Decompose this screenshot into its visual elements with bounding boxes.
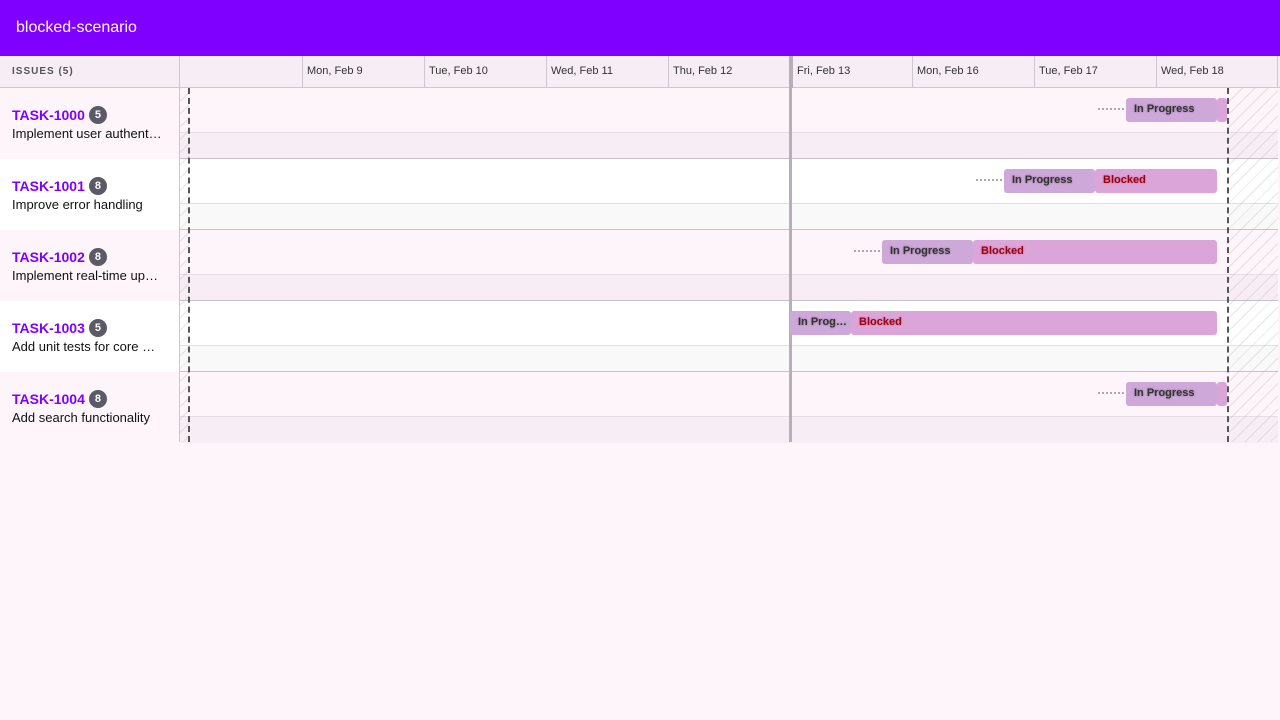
status-bar-blocked[interactable]: Blocked <box>851 311 1217 335</box>
status-bar-stub[interactable] <box>1217 382 1227 406</box>
status-bar-in-progress[interactable]: In Progress <box>1004 169 1095 193</box>
issues-count-label: ISSUES (5) <box>12 66 74 77</box>
dependency-dots <box>854 250 880 252</box>
timeline-lane <box>180 88 1280 159</box>
issue-summary: Improve error handling <box>12 197 143 212</box>
date-header-cell: Mon, Feb 16 <box>912 56 1034 88</box>
date-header-cell: Wed, Feb 18 <box>1156 56 1278 88</box>
issue-row[interactable]: TASK-1003 5 Add unit tests for core modu… <box>0 301 180 372</box>
story-points-badge: 8 <box>88 248 107 266</box>
issue-key-link[interactable]: TASK-1003 <box>12 320 85 336</box>
status-bar-blocked[interactable]: Blocked <box>973 240 1217 264</box>
issues-column-header: ISSUES (5) <box>0 56 180 88</box>
status-bar-in-progress[interactable]: In Progress <box>790 311 851 335</box>
date-header-cell: Tue, Feb 10 <box>424 56 546 88</box>
status-bar-in-progress[interactable]: In Progress <box>1126 382 1217 406</box>
issue-summary: Add search functionality <box>12 410 151 425</box>
out-of-range-hatch <box>1229 88 1278 442</box>
today-marker-line <box>789 56 792 442</box>
issue-summary: Add unit tests for core modules <box>12 339 162 354</box>
lane-upper <box>180 372 1278 417</box>
lane-lower <box>180 275 1278 301</box>
date-header-cell: Wed, Feb 11 <box>546 56 668 88</box>
app-bar: blocked-scenario <box>0 0 1280 56</box>
app-title: blocked-scenario <box>16 19 137 36</box>
issue-row[interactable]: TASK-1004 8 Add search functionality <box>0 372 180 442</box>
issue-key-link[interactable]: TASK-1002 <box>12 249 85 265</box>
timeline-lane <box>180 372 1280 443</box>
date-header-cell: Tue, Feb 17 <box>1034 56 1156 88</box>
date-header-cell: Thu, Feb 12 <box>668 56 790 88</box>
status-bar-stub[interactable] <box>1217 98 1227 122</box>
lane-lower <box>180 417 1278 443</box>
start-marker-line <box>188 88 190 442</box>
lane-upper <box>180 88 1278 133</box>
issue-key-link[interactable]: TASK-1000 <box>12 107 85 123</box>
dependency-dots <box>976 179 1002 181</box>
dependency-dots <box>1098 108 1124 110</box>
status-bar-in-progress[interactable]: In Progress <box>1126 98 1217 122</box>
date-header-cell: Mon, Feb 9 <box>302 56 424 88</box>
lane-lower <box>180 346 1278 372</box>
story-points-badge: 8 <box>88 177 107 195</box>
date-header-cell <box>180 56 303 88</box>
lane-lower <box>180 204 1278 230</box>
dependency-dots <box>1098 392 1124 394</box>
status-bar-in-progress[interactable]: In Progress <box>882 240 973 264</box>
issue-row[interactable]: TASK-1001 8 Improve error handling <box>0 159 180 230</box>
issue-summary: Implement real-time updates <box>12 268 162 283</box>
lane-lower <box>180 133 1278 159</box>
story-points-badge: 5 <box>88 319 107 337</box>
issue-key-link[interactable]: TASK-1004 <box>12 391 85 407</box>
story-points-badge: 5 <box>88 106 107 124</box>
story-points-badge: 8 <box>88 390 107 408</box>
end-marker-line <box>1227 88 1229 442</box>
issue-row[interactable]: TASK-1002 8 Implement real-time updates <box>0 230 180 301</box>
issue-row[interactable]: TASK-1000 5 Implement user authenticatio… <box>0 88 180 159</box>
timeline-header: Mon, Feb 9 Tue, Feb 10 Wed, Feb 11 Thu, … <box>180 56 1280 88</box>
status-bar-blocked[interactable]: Blocked <box>1095 169 1217 193</box>
date-header-cell: Fri, Feb 13 <box>790 56 912 88</box>
issue-key-link[interactable]: TASK-1001 <box>12 178 85 194</box>
issue-summary: Implement user authentication <box>12 126 162 141</box>
